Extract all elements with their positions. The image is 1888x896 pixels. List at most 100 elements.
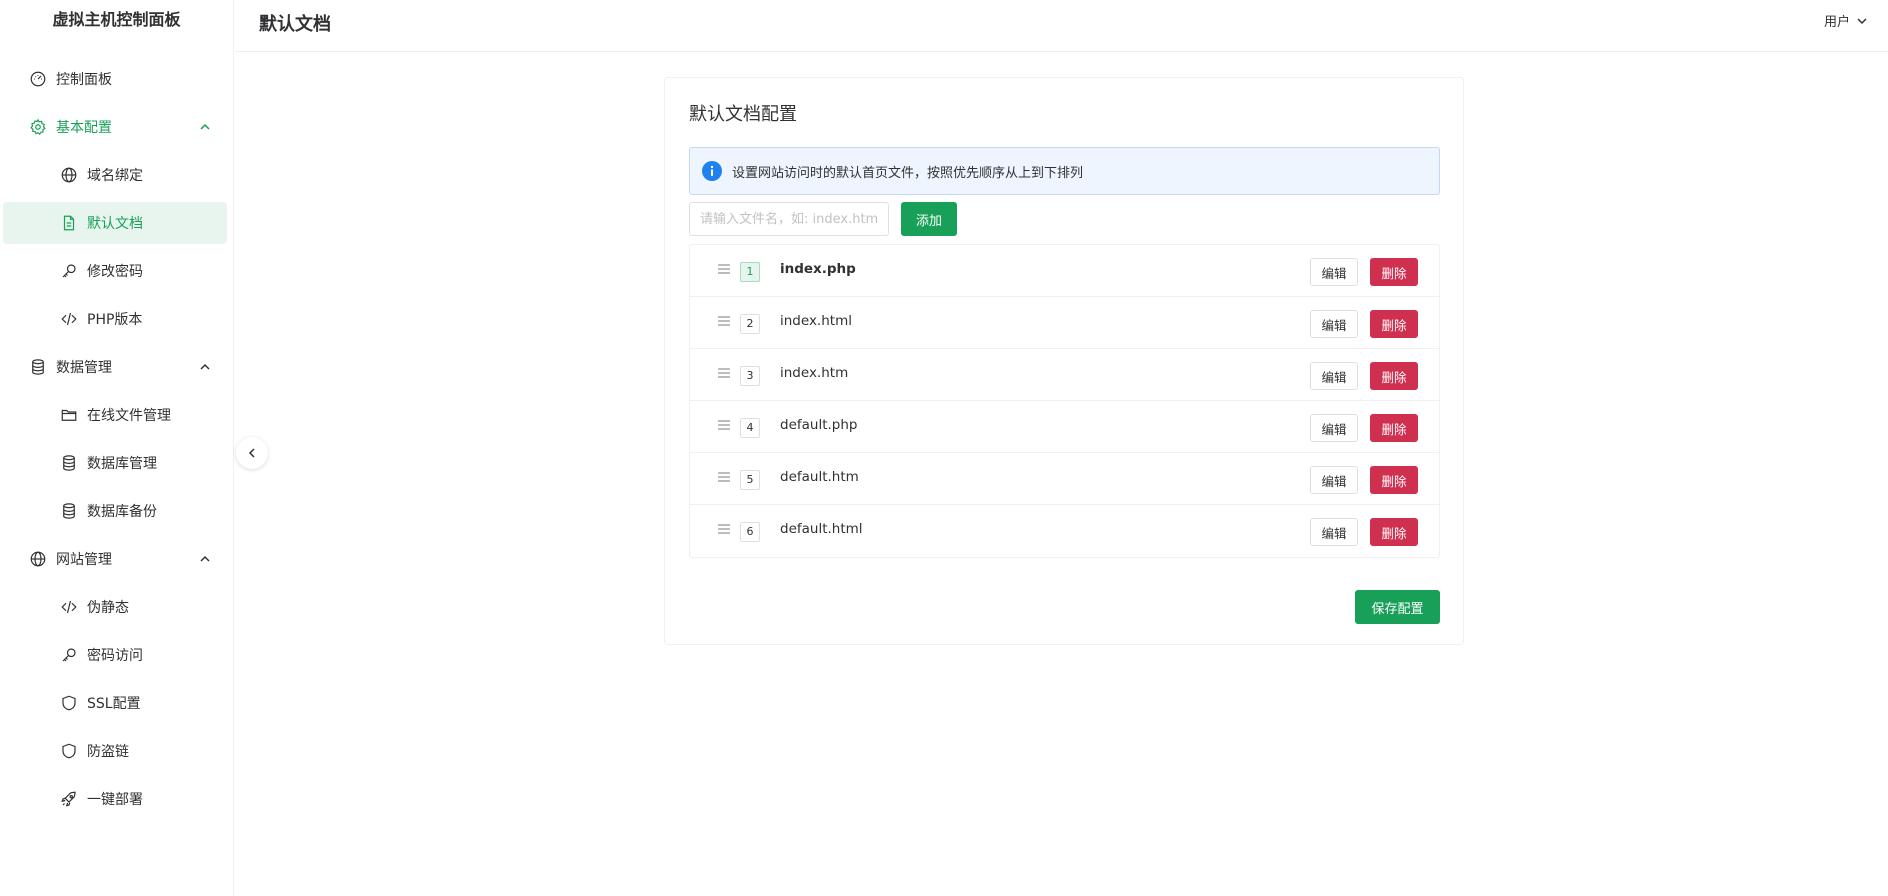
sidebar-item-default-document[interactable]: 默认文档 — [3, 202, 227, 244]
drag-handle-icon[interactable] — [716, 417, 732, 433]
sidebar-item-label: 防盗链 — [87, 744, 129, 760]
sidebar-item-one-click-deploy[interactable]: 一键部署 — [3, 778, 227, 820]
list-item[interactable]: 4 default.php 编辑 删除 — [690, 401, 1439, 453]
priority-badge: 1 — [740, 262, 760, 282]
code-icon — [59, 309, 79, 329]
sidebar-item-database-backup[interactable]: 数据库备份 — [3, 490, 227, 532]
filename-input[interactable] — [689, 202, 889, 236]
sidebar-item-hotlink-protection[interactable]: 防盗链 — [3, 730, 227, 772]
card-title: 默认文档配置 — [689, 104, 797, 125]
sidebar-group-basic-config[interactable]: 基本配置 — [3, 106, 227, 148]
globe-icon — [28, 549, 48, 569]
info-alert: 设置网站访问时的默认首页文件，按照优先顺序从上到下排列 — [689, 147, 1440, 195]
brand-title: 虚拟主机控制面板 — [52, 10, 181, 29]
delete-button[interactable]: 删除 — [1370, 466, 1418, 494]
drag-handle-icon[interactable] — [716, 365, 732, 381]
file-name: index.php — [780, 261, 856, 277]
priority-badge: 5 — [740, 470, 760, 490]
sidebar-item-label: 数据库管理 — [87, 456, 157, 472]
sidebar-item-domain-binding[interactable]: 域名绑定 — [3, 154, 227, 196]
key-icon — [59, 645, 79, 665]
delete-button[interactable]: 删除 — [1370, 518, 1418, 546]
page-title: 默认文档 — [259, 14, 331, 35]
save-config-button[interactable]: 保存配置 — [1355, 590, 1440, 624]
sidebar-item-dashboard[interactable]: 控制面板 — [3, 58, 227, 100]
sidebar-item-php-version[interactable]: PHP版本 — [3, 298, 227, 340]
sidebar-item-rewrite[interactable]: 伪静态 — [3, 586, 227, 628]
document-list: 1 index.php 编辑 删除 2 index.html 编辑 删除 3 i… — [689, 244, 1440, 558]
edit-button[interactable]: 编辑 — [1310, 310, 1358, 338]
list-item[interactable]: 3 index.htm 编辑 删除 — [690, 349, 1439, 401]
sidebar-item-ssl-config[interactable]: SSL配置 — [3, 682, 227, 724]
sidebar-item-label: 在线文件管理 — [87, 408, 171, 424]
dashboard-icon — [28, 69, 48, 89]
edit-button[interactable]: 编辑 — [1310, 258, 1358, 286]
drag-handle-icon[interactable] — [716, 521, 732, 537]
sidebar-item-label: 数据库备份 — [87, 504, 157, 520]
file-name: default.htm — [780, 469, 859, 485]
priority-badge: 3 — [740, 366, 760, 386]
database-icon — [59, 453, 79, 473]
chevron-up-icon — [197, 359, 213, 375]
sidebar-item-label: 默认文档 — [87, 216, 143, 232]
sidebar: 虚拟主机控制面板 控制面板 基本配置 域名绑定 默认文档 修改密码 PHP版本 … — [0, 0, 234, 896]
rocket-icon — [59, 789, 79, 809]
sidebar-item-label: SSL配置 — [87, 696, 141, 712]
sidebar-item-label: PHP版本 — [87, 312, 143, 328]
file-name: index.html — [780, 313, 852, 329]
file-name: index.htm — [780, 365, 849, 381]
sidebar-item-change-password[interactable]: 修改密码 — [3, 250, 227, 292]
chevron-down-icon — [1856, 15, 1868, 27]
user-menu[interactable]: 用户 — [1824, 11, 1868, 30]
sidebar-item-password-access[interactable]: 密码访问 — [3, 634, 227, 676]
info-icon — [702, 161, 722, 181]
database-icon — [59, 501, 79, 521]
user-name: 用户 — [1823, 15, 1850, 30]
list-item[interactable]: 2 index.html 编辑 删除 — [690, 297, 1439, 349]
sidebar-item-label: 控制面板 — [56, 72, 112, 88]
priority-badge: 4 — [740, 418, 760, 438]
edit-button[interactable]: 编辑 — [1310, 518, 1358, 546]
folder-icon — [59, 405, 79, 425]
chevron-left-icon — [246, 447, 258, 459]
sidebar-item-file-manager[interactable]: 在线文件管理 — [3, 394, 227, 436]
sidebar-item-database-manager[interactable]: 数据库管理 — [3, 442, 227, 484]
chevron-up-icon — [197, 119, 213, 135]
delete-button[interactable]: 删除 — [1370, 414, 1418, 442]
sidebar-item-label: 一键部署 — [87, 792, 143, 808]
drag-handle-icon[interactable] — [716, 313, 732, 329]
priority-badge: 6 — [740, 522, 760, 542]
add-button[interactable]: 添加 — [901, 202, 957, 236]
delete-button[interactable]: 删除 — [1370, 258, 1418, 286]
default-document-card: 默认文档配置 设置网站访问时的默认首页文件，按照优先顺序从上到下排列 添加 1 … — [664, 77, 1464, 645]
priority-badge: 2 — [740, 314, 760, 334]
sidebar-group-data-management[interactable]: 数据管理 — [3, 346, 227, 388]
list-item[interactable]: 5 default.htm 编辑 删除 — [690, 453, 1439, 505]
edit-button[interactable]: 编辑 — [1310, 362, 1358, 390]
shield-icon — [59, 693, 79, 713]
drag-handle-icon[interactable] — [716, 261, 732, 277]
sidebar-item-label: 修改密码 — [87, 264, 143, 280]
chevron-up-icon — [197, 551, 213, 567]
sidebar-item-label: 数据管理 — [56, 360, 112, 376]
gear-icon — [28, 117, 48, 137]
key-icon — [59, 261, 79, 281]
list-item[interactable]: 6 default.html 编辑 删除 — [690, 505, 1439, 557]
sidebar-group-site-management[interactable]: 网站管理 — [3, 538, 227, 580]
sidebar-item-label: 基本配置 — [56, 120, 112, 136]
database-icon — [28, 357, 48, 377]
code-icon — [59, 597, 79, 617]
sidebar-item-label: 伪静态 — [87, 600, 129, 616]
edit-button[interactable]: 编辑 — [1310, 466, 1358, 494]
list-item[interactable]: 1 index.php 编辑 删除 — [690, 245, 1439, 297]
delete-button[interactable]: 删除 — [1370, 310, 1418, 338]
file-name: default.php — [780, 417, 858, 433]
drag-handle-icon[interactable] — [716, 469, 732, 485]
file-name: default.html — [780, 521, 863, 537]
delete-button[interactable]: 删除 — [1370, 362, 1418, 390]
sidebar-item-label: 密码访问 — [87, 648, 143, 664]
edit-button[interactable]: 编辑 — [1310, 414, 1358, 442]
shield-icon — [59, 741, 79, 761]
document-icon — [59, 213, 79, 233]
sidebar-collapse-button[interactable] — [236, 437, 268, 469]
